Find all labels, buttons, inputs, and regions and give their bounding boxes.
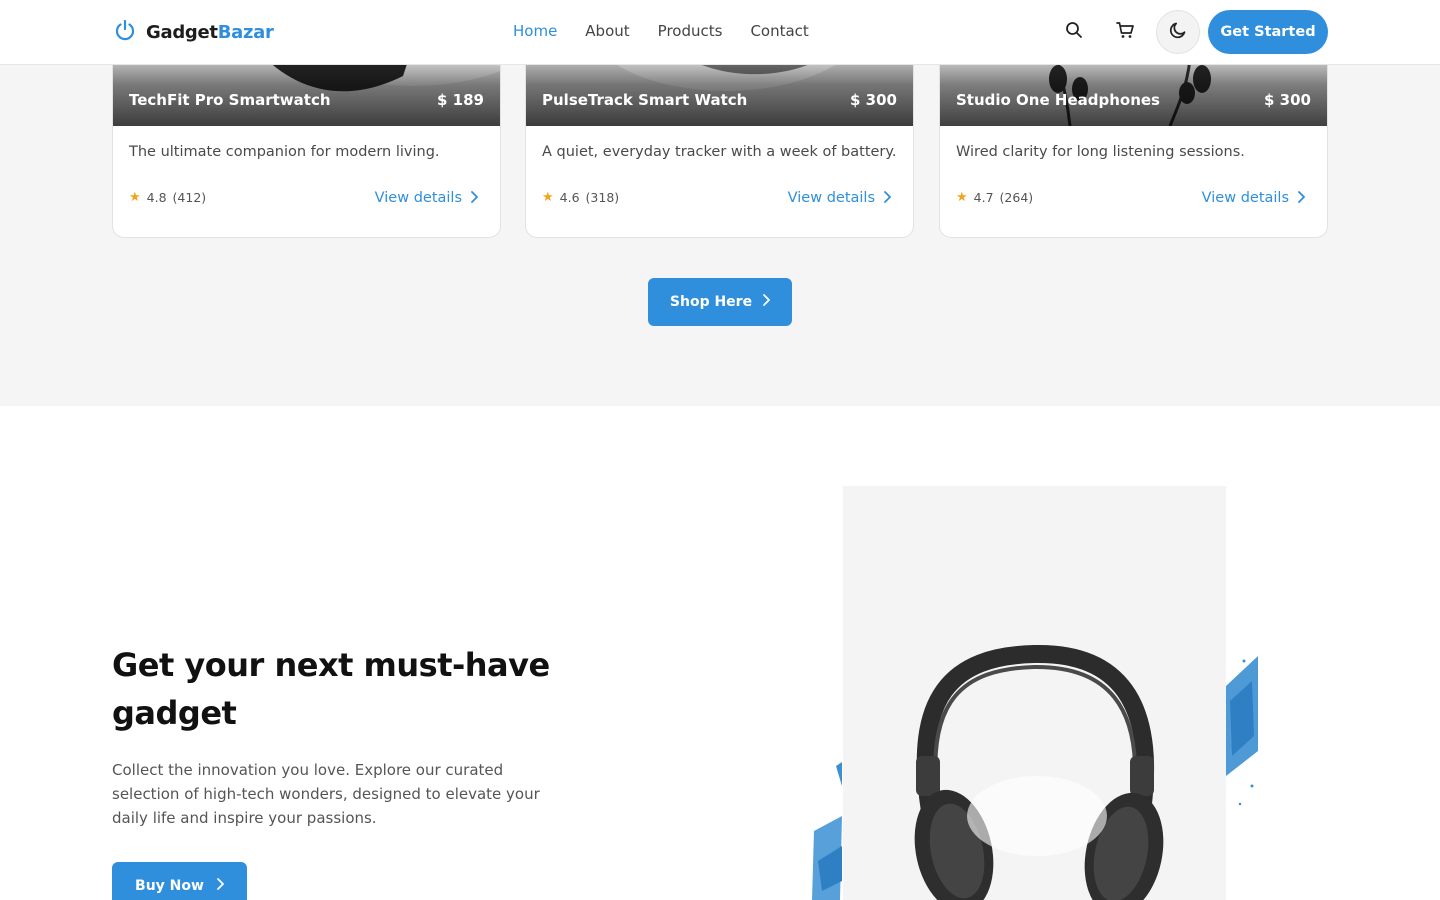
chevron-right-icon <box>216 878 224 894</box>
view-details-label: View details <box>787 190 875 206</box>
view-details-link[interactable]: View details <box>375 190 478 206</box>
hero-headphones-image <box>812 486 1262 900</box>
moon-icon <box>1169 21 1187 43</box>
product-price: $ 300 <box>1264 91 1311 109</box>
product-rating: ★ 4.7 (264) <box>956 190 1033 205</box>
product-rating: ★ 4.8 (412) <box>129 190 206 205</box>
product-name: PulseTrack Smart Watch <box>542 91 748 109</box>
rating-count: (264) <box>999 190 1034 205</box>
main-nav: Home About Products Contact <box>513 22 809 40</box>
search-icon <box>1065 21 1083 43</box>
chevron-right-icon <box>470 190 478 206</box>
logo[interactable]: GadgetBazar <box>114 19 274 45</box>
rating-value: 4.7 <box>973 190 994 205</box>
brand-name-part2: Bazar <box>217 21 274 43</box>
product-description: A quiet, everyday tracker with a week of… <box>542 144 897 160</box>
brand-name-part1: Gadget <box>146 21 218 43</box>
product-name: Studio One Headphones <box>956 91 1160 109</box>
hero-title: Get your next must-have gadget <box>112 646 550 732</box>
get-started-button[interactable]: Get Started <box>1208 10 1328 54</box>
rating-value: 4.6 <box>559 190 580 205</box>
view-details-link[interactable]: View details <box>1202 190 1305 206</box>
power-icon <box>114 19 136 45</box>
search-button[interactable] <box>1056 14 1092 50</box>
product-description: The ultimate companion for modern living… <box>129 144 440 160</box>
nav-home[interactable]: Home <box>513 22 557 40</box>
star-icon: ★ <box>542 190 554 205</box>
chevron-right-icon <box>762 294 770 310</box>
rating-count: (318) <box>585 190 620 205</box>
buy-now-label: Buy Now <box>135 878 204 894</box>
nav-about[interactable]: About <box>585 22 629 40</box>
product-name: TechFit Pro Smartwatch <box>129 91 331 109</box>
product-rating: ★ 4.6 (318) <box>542 190 619 205</box>
rating-count: (412) <box>172 190 207 205</box>
star-icon: ★ <box>956 190 968 205</box>
navbar: GadgetBazar Home About Products Contact … <box>0 0 1440 65</box>
shop-here-label: Shop Here <box>669 294 753 310</box>
theme-toggle-button[interactable] <box>1156 10 1200 54</box>
view-details-label: View details <box>374 190 462 206</box>
cart-button[interactable] <box>1107 14 1143 50</box>
rating-value: 4.8 <box>146 190 167 205</box>
chevron-right-icon <box>1297 190 1305 206</box>
hero-text: Collect the innovation you love. Explore… <box>112 761 540 827</box>
product-price: $ 189 <box>437 91 484 109</box>
shop-here-button[interactable]: Shop Here <box>648 278 792 326</box>
nav-products[interactable]: Products <box>658 22 723 40</box>
nav-contact[interactable]: Contact <box>750 22 808 40</box>
view-details-label: View details <box>1201 190 1289 206</box>
star-icon: ★ <box>129 190 141 205</box>
product-description: Wired clarity for long listening session… <box>956 144 1245 160</box>
view-details-link[interactable]: View details <box>788 190 891 206</box>
chevron-right-icon <box>883 190 891 206</box>
brand-name: GadgetBazar <box>146 22 274 43</box>
cart-icon <box>1115 21 1135 43</box>
buy-now-button[interactable]: Buy Now <box>112 862 247 900</box>
product-price: $ 300 <box>850 91 897 109</box>
